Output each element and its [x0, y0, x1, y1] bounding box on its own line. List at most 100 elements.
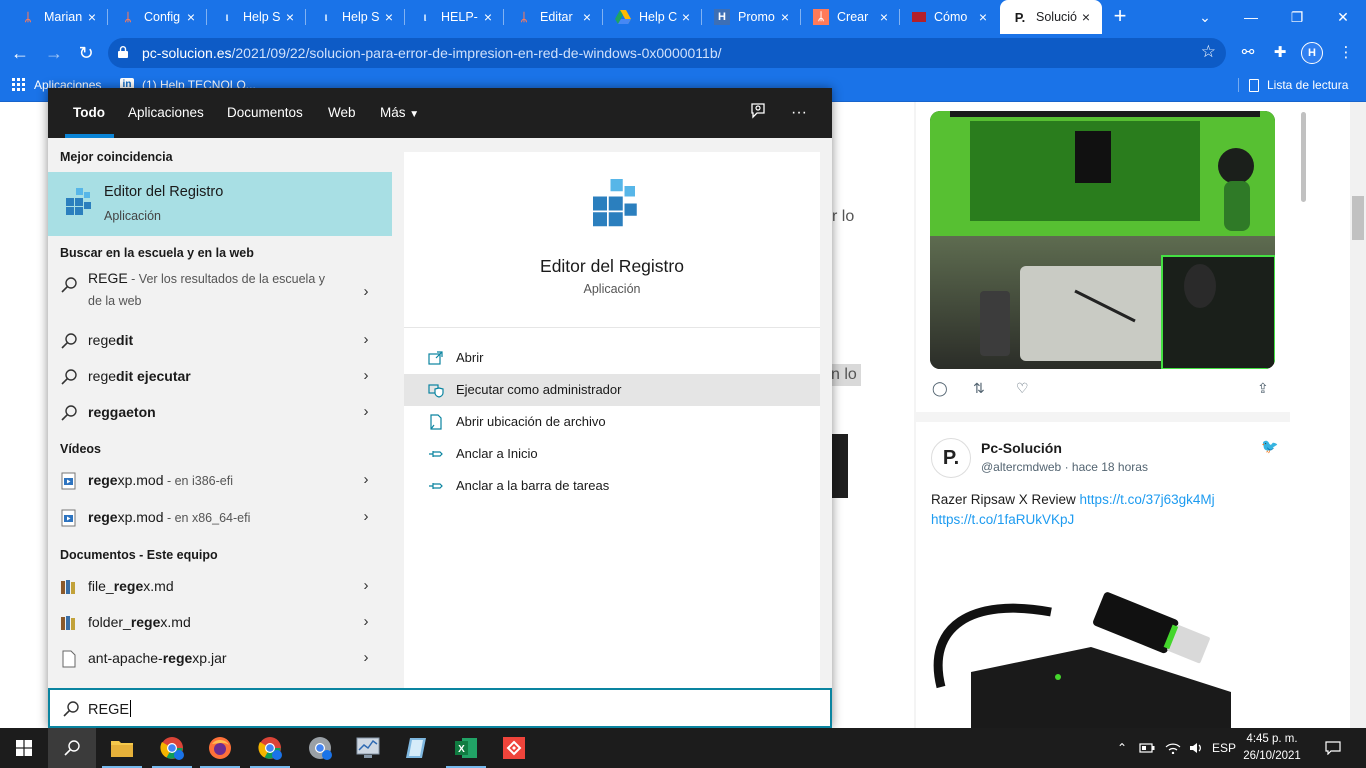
- tweet-photo-razer-desk[interactable]: [930, 111, 1275, 369]
- close-tab-icon[interactable]: ×: [480, 9, 496, 25]
- back-button[interactable]: ←: [6, 39, 34, 67]
- profile-avatar[interactable]: H: [1301, 42, 1323, 64]
- search-input-box[interactable]: REGE: [48, 688, 832, 728]
- tweet-author-avatar[interactable]: P.: [931, 438, 971, 478]
- wifi-icon[interactable]: [1162, 728, 1184, 768]
- video-result-row[interactable]: regexp.mod - en x86_64-efi ›: [48, 501, 392, 537]
- close-tab-icon[interactable]: ×: [183, 9, 199, 25]
- chevron-right-icon[interactable]: ›: [356, 366, 376, 386]
- close-tab-icon[interactable]: ×: [777, 9, 793, 25]
- close-tab-icon[interactable]: ×: [579, 9, 595, 25]
- chevron-right-icon[interactable]: ›: [356, 470, 376, 490]
- tab-apps[interactable]: Aplicaciones: [128, 105, 204, 120]
- tweet-handle-text[interactable]: @altercmdweb: [981, 460, 1061, 474]
- restore-button[interactable]: ❐: [1274, 0, 1320, 34]
- taskbar-firefox[interactable]: [196, 728, 244, 768]
- extensions-puzzle-icon[interactable]: ✚: [1270, 43, 1290, 63]
- taskbar-resource-monitor[interactable]: [344, 728, 392, 768]
- action-run-as-admin[interactable]: Ejecutar como administrador: [404, 374, 820, 406]
- close-tab-icon[interactable]: ×: [678, 9, 694, 25]
- reply-icon[interactable]: ◯: [932, 380, 948, 397]
- scrollbar-thumb[interactable]: [1352, 196, 1364, 240]
- action-pin-to-taskbar[interactable]: Anclar a la barra de tareas: [404, 470, 820, 502]
- web-result-row[interactable]: regedit ejecutar ›: [48, 360, 392, 396]
- taskbar-search-button[interactable]: [48, 728, 96, 768]
- volume-icon[interactable]: [1186, 728, 1208, 768]
- tweet-author-name[interactable]: Pc-Solución: [981, 440, 1062, 456]
- close-tab-icon[interactable]: ×: [975, 9, 991, 25]
- browser-tab[interactable]: ι HELP- ×: [405, 0, 504, 34]
- tab-more[interactable]: Más ▼: [380, 105, 419, 120]
- more-options-icon[interactable]: ···: [788, 102, 810, 124]
- close-tab-icon[interactable]: ×: [381, 9, 397, 25]
- action-open[interactable]: Abrir: [404, 342, 820, 374]
- chevron-right-icon[interactable]: ›: [356, 648, 376, 668]
- browser-tab[interactable]: ᛦ Editar ×: [504, 0, 603, 34]
- lock-icon[interactable]: [118, 46, 128, 58]
- tab-web[interactable]: Web: [328, 105, 356, 120]
- web-result-row[interactable]: regedit ›: [48, 324, 392, 360]
- taskbar-file-explorer[interactable]: [98, 728, 146, 768]
- scrollbar-thumb[interactable]: [1301, 112, 1306, 202]
- reading-mode-icon[interactable]: ⚯: [1238, 43, 1258, 63]
- web-result-row[interactable]: reggaeton ›: [48, 396, 392, 432]
- tweet-link[interactable]: https://t.co/37j63gk4Mj: [1080, 492, 1215, 507]
- taskbar-excel[interactable]: X: [442, 728, 490, 768]
- start-button[interactable]: [0, 728, 48, 768]
- best-match-result[interactable]: Editor del Registro Aplicación: [48, 172, 392, 236]
- browser-tab[interactable]: ᛦ Marian ×: [8, 0, 108, 34]
- notifications-icon[interactable]: [1318, 728, 1348, 768]
- chevron-right-icon[interactable]: ›: [356, 612, 376, 632]
- address-bar[interactable]: pc-solucion.es/2021/09/22/solucion-para-…: [108, 38, 1226, 68]
- forward-button[interactable]: →: [40, 39, 68, 67]
- close-tab-icon[interactable]: ×: [282, 9, 298, 25]
- feedback-icon[interactable]: [747, 102, 769, 124]
- browser-tab[interactable]: H Promo ×: [702, 0, 801, 34]
- taskbar-chrome[interactable]: [148, 728, 196, 768]
- search-input[interactable]: REGE: [88, 700, 132, 718]
- tray-overflow-chevron-icon[interactable]: ⌃: [1112, 728, 1132, 768]
- browser-tab[interactable]: ι Help S ×: [207, 0, 306, 34]
- like-heart-icon[interactable]: ♡: [1016, 380, 1029, 397]
- taskbar-chrome-remote[interactable]: [296, 728, 344, 768]
- reload-button[interactable]: ↻: [72, 39, 100, 67]
- tweet-link[interactable]: https://t.co/1faRUkVKpJ: [931, 512, 1074, 527]
- close-tab-icon[interactable]: ×: [84, 9, 100, 25]
- browser-tab[interactable]: Cómo ×: [900, 0, 999, 34]
- close-tab-icon[interactable]: ×: [1078, 9, 1094, 25]
- video-result-row[interactable]: regexp.mod - en i386-efi ›: [48, 464, 392, 500]
- taskbar-chrome-profile[interactable]: [246, 728, 294, 768]
- close-window-button[interactable]: ✕: [1320, 0, 1366, 34]
- retweet-icon[interactable]: ⇅: [973, 380, 985, 397]
- action-open-file-location[interactable]: Abrir ubicación de archivo: [404, 406, 820, 438]
- browser-tab[interactable]: ι Help S ×: [306, 0, 405, 34]
- sidebar-scrollbar[interactable]: [1298, 102, 1308, 222]
- new-tab-button[interactable]: +: [1108, 5, 1132, 29]
- web-result-row[interactable]: REGE - Ver los resultados de la escuela …: [48, 268, 392, 316]
- taskbar-clock[interactable]: 4:45 p. m. 26/10/2021: [1240, 731, 1304, 765]
- browser-tab[interactable]: ᛦ Crear ×: [801, 0, 900, 34]
- chevron-right-icon[interactable]: ›: [356, 402, 376, 422]
- chevron-right-icon[interactable]: ›: [356, 330, 376, 350]
- kebab-menu-icon[interactable]: ⋮: [1336, 43, 1356, 63]
- tab-all[interactable]: Todo: [73, 105, 105, 120]
- battery-icon[interactable]: [1136, 728, 1158, 768]
- minimize-button[interactable]: —: [1228, 0, 1274, 34]
- taskbar-anydesk[interactable]: [490, 728, 538, 768]
- browser-tab[interactable]: Help C ×: [603, 0, 702, 34]
- language-indicator[interactable]: ESP: [1210, 728, 1238, 768]
- tab-search-button[interactable]: ⌄: [1182, 0, 1228, 34]
- action-pin-to-start[interactable]: Anclar a Inicio: [404, 438, 820, 470]
- bookmark-star-icon[interactable]: ☆: [1201, 42, 1216, 62]
- browser-tab[interactable]: ᛦ Config ×: [108, 0, 207, 34]
- reading-list[interactable]: Lista de lectura: [1238, 78, 1348, 92]
- tweet-photo-razer-usb[interactable]: [931, 557, 1231, 728]
- page-scrollbar[interactable]: [1350, 102, 1366, 728]
- chevron-right-icon[interactable]: ›: [356, 507, 376, 527]
- browser-tab-active[interactable]: P. Solució ×: [1000, 0, 1102, 34]
- chevron-right-icon[interactable]: ›: [356, 282, 376, 302]
- document-result-row[interactable]: ant-apache-regexp.jar ›: [48, 642, 392, 678]
- share-icon[interactable]: ⇪: [1257, 380, 1269, 397]
- taskbar-notes-app[interactable]: [392, 728, 440, 768]
- document-result-row[interactable]: file_regex.md ›: [48, 570, 392, 606]
